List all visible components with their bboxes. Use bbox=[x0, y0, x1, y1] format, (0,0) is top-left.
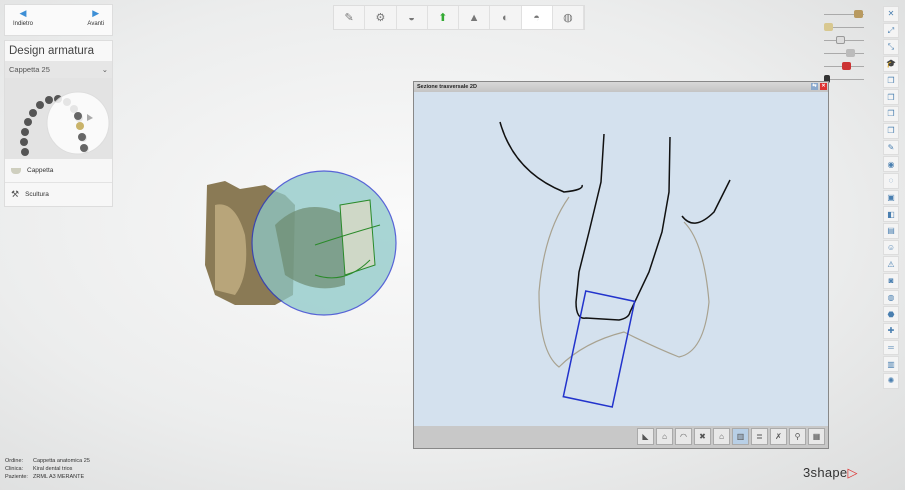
step-label: Scultura bbox=[25, 191, 49, 198]
model-icon[interactable]: ▤ bbox=[883, 222, 899, 239]
arrow-left-icon: ◀ bbox=[19, 8, 27, 18]
panel-title: Design armatura bbox=[5, 41, 112, 61]
face-icon[interactable]: ☺ bbox=[883, 239, 899, 256]
3shape-logo: 3shape▷ bbox=[803, 465, 858, 481]
tooth-arch-selector[interactable] bbox=[5, 78, 112, 158]
collapse-icon[interactable]: ⤡ bbox=[883, 39, 899, 56]
workflow-toolbar: ✎ ⚙ ◒ ⬆ ▲ ◐ ◓ ◍ bbox=[333, 5, 585, 30]
fullscreen-icon[interactable]: ⤢ bbox=[883, 22, 899, 39]
navigation-bar: ◀ Indietro ▶ Avanti bbox=[4, 4, 113, 36]
cement-gap-icon[interactable]: ◒ bbox=[397, 6, 428, 29]
insertion-direction-icon[interactable]: ⚙ bbox=[365, 6, 397, 29]
cross-section-icon[interactable]: ✚ bbox=[883, 323, 899, 339]
tooth-select[interactable]: Cappetta 25 ⌄ bbox=[5, 61, 112, 78]
order-value: Cappetta anatomica 25 bbox=[33, 458, 90, 464]
clipping-icon[interactable]: ◧ bbox=[883, 206, 899, 222]
margin-view-icon[interactable]: ⌂ bbox=[656, 428, 673, 445]
slider-antagonist[interactable] bbox=[822, 21, 866, 34]
crown-icon[interactable]: ◐ bbox=[490, 6, 522, 29]
right-toolbar: ✕ ⤢ ⤡ 🎓 ❐ ❐ ❐ ❐ ✎ ◉ ◌ ▣ ◧ ▤ ☺ ⚠ ◙ ◍ ⬣ ✚ ═ ▥ ✺ bbox=[883, 6, 899, 389]
probe-icon[interactable]: ⚲ bbox=[789, 428, 806, 445]
texture-icon[interactable]: ◍ bbox=[883, 289, 899, 306]
section-2d-icon[interactable]: ▥ bbox=[883, 356, 899, 373]
info-label: Ordine: bbox=[5, 458, 24, 464]
color-wheel-icon[interactable]: ✺ bbox=[883, 373, 899, 389]
3d-tooth-model[interactable] bbox=[195, 145, 405, 345]
clinic-value: Kiral dental trios bbox=[33, 466, 73, 472]
layers-icon[interactable]: ≣ bbox=[751, 428, 768, 445]
camera-icon[interactable]: ◙ bbox=[883, 273, 899, 289]
case-info: Ordine: Cappetta anatomica 25 Clinica: Kir… bbox=[5, 457, 90, 481]
close-window-button[interactable]: ✕ bbox=[820, 83, 827, 90]
pin-button[interactable]: ⇆ bbox=[811, 83, 818, 90]
section-active-icon[interactable]: ▥ bbox=[732, 428, 749, 445]
patient-value: ZRML A3 MERANTE bbox=[33, 474, 85, 480]
screenshot-icon[interactable]: ▦ bbox=[808, 428, 825, 445]
margin-line-icon[interactable]: ✎ bbox=[334, 6, 366, 29]
dental-arch-icon bbox=[20, 91, 110, 156]
slider-crown[interactable] bbox=[822, 47, 866, 60]
back-button[interactable]: ◀ Indietro bbox=[13, 9, 33, 31]
stump-icon[interactable]: ◣ bbox=[637, 428, 654, 445]
section-toolbar: ◣ ⌂ ◠ ✖ ⌂ ▥ ≣ ✗ ⚲ ▦ bbox=[414, 426, 828, 448]
coping-view-icon[interactable]: ◠ bbox=[675, 428, 692, 445]
delete-points-icon[interactable]: ✗ bbox=[770, 428, 787, 445]
sculpt-icon[interactable]: ▲ bbox=[459, 6, 491, 29]
slider-model[interactable] bbox=[822, 8, 866, 21]
step-scultura[interactable]: ⚒ Scultura bbox=[5, 182, 112, 206]
tooth-color-icon[interactable]: ◉ bbox=[883, 156, 899, 172]
back-label: Indietro bbox=[13, 21, 34, 27]
step-cappetta[interactable]: Cappetta bbox=[5, 158, 112, 182]
anatomy-icon[interactable]: ⬆ bbox=[428, 6, 459, 29]
info-label: Paziente: bbox=[5, 474, 28, 480]
chevron-down-icon: ⌄ bbox=[101, 65, 108, 74]
step-label: Cappetta bbox=[27, 167, 54, 174]
cross-section-window: Sezione trasversale 2D ⇆ ✕ ◣ ⌂ ◠ ✖ ⌂ ▥ ≣ ✗ ⚲ ▦ bbox=[413, 81, 829, 449]
occlusion-icon[interactable]: ▣ bbox=[883, 189, 899, 206]
warning-icon[interactable]: ⚠ bbox=[883, 256, 899, 272]
logo-mark: ▷ bbox=[847, 465, 858, 480]
info-label: Clinica: bbox=[5, 466, 24, 472]
forward-button[interactable]: ▶ Avanti bbox=[87, 9, 104, 31]
coping-step-icon[interactable]: ◓ bbox=[521, 6, 553, 29]
slider-section[interactable] bbox=[822, 60, 866, 73]
sculpt-tool-icon: ⚒ bbox=[11, 189, 20, 199]
cross-section-view[interactable] bbox=[414, 92, 828, 426]
design-panel: Design armatura Cappetta 25 ⌄ Cappetta ⚒ S… bbox=[4, 40, 113, 207]
measure-icon[interactable]: ✎ bbox=[883, 139, 899, 156]
window-title: Sezione trasversale 2D bbox=[417, 84, 477, 90]
education-icon[interactable]: 🎓 bbox=[883, 56, 899, 72]
antagonist-icon[interactable]: ◌ bbox=[883, 172, 899, 189]
copy-view-icon[interactable]: ❐ bbox=[883, 72, 899, 89]
view-back-icon[interactable]: ❐ bbox=[883, 106, 899, 122]
teeth-icon[interactable]: ⌂ bbox=[713, 428, 730, 445]
forward-label: Avanti bbox=[87, 21, 104, 27]
window-titlebar: Sezione trasversale 2D ⇆ ✕ bbox=[414, 82, 828, 92]
coping-icon bbox=[11, 167, 21, 174]
view-front-icon[interactable]: ❐ bbox=[883, 89, 899, 106]
ruler-icon[interactable]: ═ bbox=[883, 339, 899, 356]
tooth-select-value: Cappetta 25 bbox=[9, 65, 50, 74]
shield-icon[interactable]: ⬣ bbox=[883, 306, 899, 323]
visibility-sliders bbox=[822, 8, 866, 86]
arrow-right-icon: ▶ bbox=[92, 8, 100, 18]
remove-icon[interactable]: ✖ bbox=[694, 428, 711, 445]
view-side-icon[interactable]: ❐ bbox=[883, 122, 899, 139]
finish-icon[interactable]: ◍ bbox=[553, 6, 584, 29]
logo-text: 3shape bbox=[803, 465, 848, 480]
slider-coping[interactable] bbox=[822, 34, 866, 47]
close-icon[interactable]: ✕ bbox=[883, 6, 899, 22]
